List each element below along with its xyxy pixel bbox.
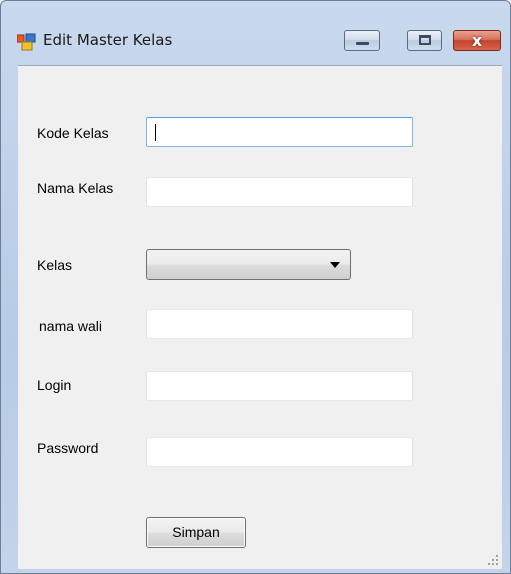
simpan-button[interactable]: Simpan — [146, 517, 246, 548]
login-input[interactable] — [146, 371, 413, 401]
title-bar[interactable]: Edit Master Kelas x — [1, 1, 510, 65]
nama-wali-input[interactable] — [146, 309, 413, 339]
minimize-button[interactable] — [344, 30, 380, 51]
maximize-icon — [419, 35, 431, 45]
password-input[interactable] — [146, 437, 413, 467]
close-button[interactable]: x — [453, 30, 501, 51]
text-caret — [155, 124, 156, 141]
nama-wali-label: nama wali — [39, 318, 103, 334]
form-body: Kode Kelas Nama Kelas Kelas nama wali Lo… — [18, 65, 502, 569]
nama-kelas-label: Nama Kelas — [37, 180, 114, 196]
login-label: Login — [37, 377, 72, 393]
kode-kelas-input[interactable] — [146, 117, 413, 147]
form-window-icon[interactable] — [16, 33, 37, 51]
password-label: Password — [37, 440, 99, 456]
minimize-icon — [356, 42, 369, 45]
form-window: Edit Master Kelas x Kode Kelas Nama Kela… — [0, 0, 511, 574]
chevron-down-icon[interactable] — [330, 262, 340, 268]
kelas-dropdown[interactable] — [146, 249, 351, 280]
kode-kelas-label: Kode Kelas — [37, 125, 109, 141]
simpan-button-label: Simpan — [172, 524, 220, 540]
close-icon: x — [471, 31, 483, 50]
resize-grip-icon[interactable] — [487, 554, 499, 566]
kelas-label: Kelas — [37, 257, 73, 273]
maximize-button[interactable] — [407, 30, 442, 51]
window-title: Edit Master Kelas — [43, 31, 173, 49]
nama-kelas-input[interactable] — [146, 177, 413, 207]
